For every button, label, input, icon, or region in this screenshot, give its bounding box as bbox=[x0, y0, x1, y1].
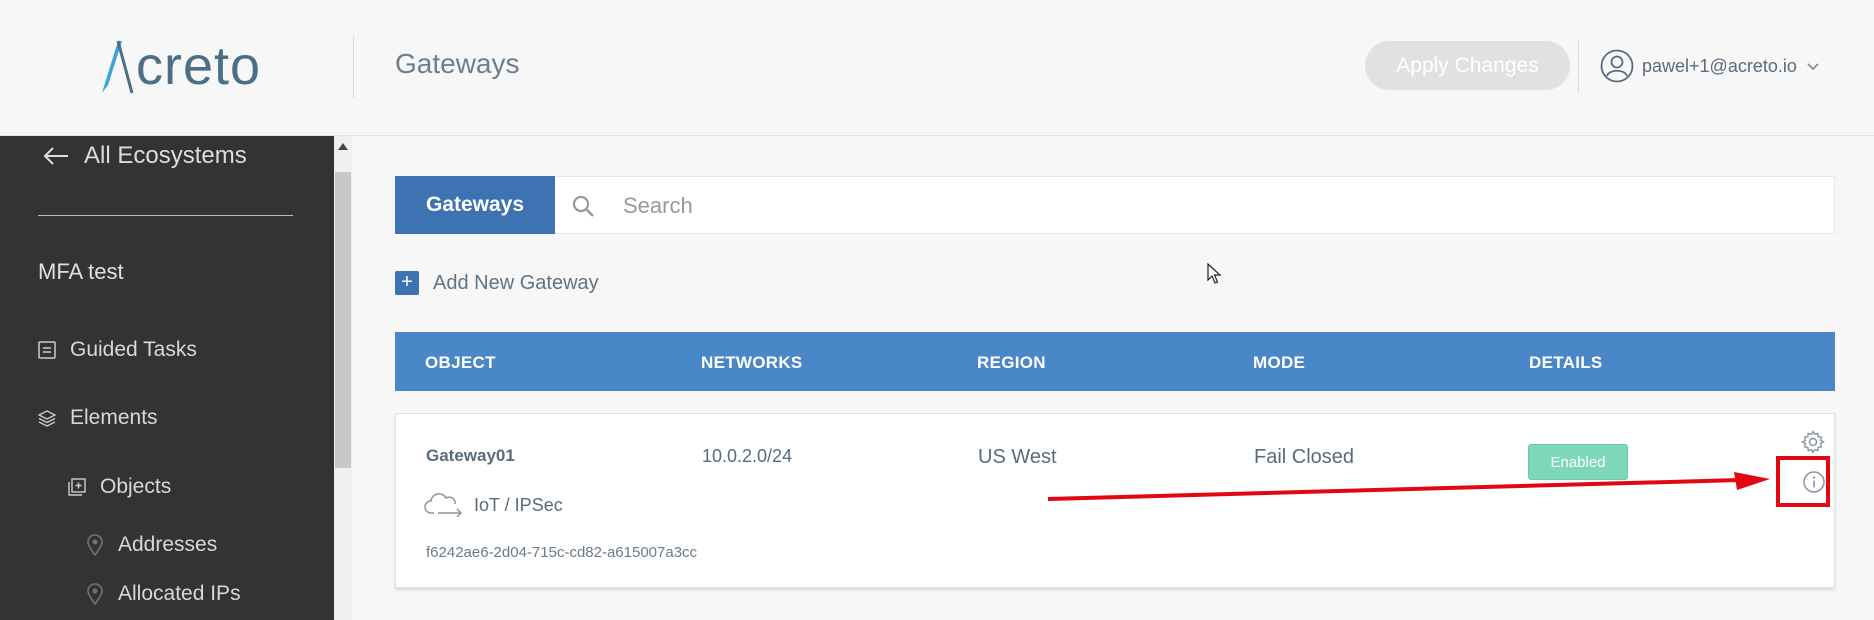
mouse-cursor-icon bbox=[1207, 263, 1221, 284]
ecosystem-name: MFA test bbox=[38, 259, 124, 284]
sidebar-item-label: Objects bbox=[100, 475, 172, 498]
sidebar-item-objects[interactable]: Objects bbox=[68, 475, 171, 499]
gateway-type: IoT / IPSec bbox=[424, 493, 563, 517]
logo-text: creto bbox=[136, 36, 262, 96]
sidebar-item-guided-tasks[interactable]: Guided Tasks bbox=[38, 338, 197, 362]
sidebar-item-allocated-ips[interactable]: Allocated IPs bbox=[86, 582, 241, 606]
gateway-region: US West bbox=[978, 446, 1057, 468]
sidebar-item-label: Allocated IPs bbox=[118, 582, 241, 605]
plus-icon: + bbox=[395, 271, 419, 295]
annotation-arrow bbox=[1047, 472, 1770, 501]
gear-icon[interactable] bbox=[1801, 430, 1825, 454]
search-input[interactable] bbox=[621, 185, 1805, 227]
add-new-gateway-button[interactable]: + Add New Gateway bbox=[395, 271, 599, 295]
sidebar-item-label: Guided Tasks bbox=[70, 338, 197, 361]
apply-changes-button[interactable]: Apply Changes bbox=[1365, 41, 1570, 90]
column-header-object: OBJECT bbox=[425, 353, 496, 372]
scroll-up-arrow-icon[interactable] bbox=[338, 143, 348, 150]
gateway-mode: Fail Closed bbox=[1254, 446, 1355, 468]
scroll-thumb[interactable] bbox=[335, 172, 351, 468]
chevron-down-icon bbox=[1807, 63, 1819, 71]
all-ecosystems-label: All Ecosystems bbox=[84, 142, 247, 169]
gateway-name[interactable]: Gateway01 bbox=[426, 446, 515, 466]
tab-gateways[interactable]: Gateways bbox=[395, 176, 555, 234]
location-pin-icon bbox=[87, 583, 103, 605]
gateway-id: f6242ae6-2d04-715c-cd82-a615007a3cc bbox=[426, 544, 698, 561]
table-header: OBJECT NETWORKS REGION MODE DETAILS bbox=[395, 332, 1835, 391]
objects-icon bbox=[68, 478, 86, 496]
column-header-mode: MODE bbox=[1253, 353, 1306, 372]
cloud-transfer-icon bbox=[424, 493, 463, 517]
column-header-details: DETAILS bbox=[1529, 353, 1603, 372]
list-icon bbox=[38, 341, 56, 359]
sidebar-item-label: Addresses bbox=[118, 533, 218, 556]
layers-icon bbox=[38, 410, 56, 427]
user-email: pawel+1@acreto.io bbox=[1642, 55, 1797, 76]
location-pin-icon bbox=[87, 534, 103, 556]
header-divider bbox=[353, 36, 354, 98]
app-header: creto Gateways Apply Changes pawel+1@acr… bbox=[0, 0, 1874, 136]
sidebar-item-elements[interactable]: Elements bbox=[38, 406, 158, 430]
column-header-networks: NETWORKS bbox=[701, 353, 803, 372]
gateway-type-label: IoT / IPSec bbox=[474, 494, 563, 515]
annotation-highlight-box bbox=[1776, 456, 1830, 507]
sidebar: All Ecosystems MFA test Guided Tasks Ele… bbox=[0, 136, 334, 620]
add-new-gateway-label: Add New Gateway bbox=[433, 271, 599, 294]
sidebar-scrollbar[interactable] bbox=[334, 136, 352, 620]
user-menu[interactable]: pawel+1@acreto.io bbox=[1600, 49, 1819, 83]
sidebar-divider bbox=[38, 215, 293, 216]
all-ecosystems-link[interactable]: All Ecosystems bbox=[42, 142, 247, 170]
arrow-left-icon bbox=[43, 147, 68, 165]
column-header-region: REGION bbox=[977, 353, 1046, 372]
search-icon bbox=[572, 195, 594, 217]
search-bar: Gateways bbox=[395, 176, 1835, 234]
sidebar-item-label: Elements bbox=[70, 406, 158, 429]
sidebar-item-addresses[interactable]: Addresses bbox=[86, 533, 217, 557]
user-avatar-icon bbox=[1600, 49, 1634, 83]
acreto-logo[interactable]: creto bbox=[98, 36, 261, 96]
gateway-network: 10.0.2.0/24 bbox=[702, 446, 793, 466]
header-divider bbox=[1578, 40, 1579, 92]
page-title: Gateways bbox=[395, 48, 520, 79]
logo-a-icon bbox=[102, 40, 134, 94]
